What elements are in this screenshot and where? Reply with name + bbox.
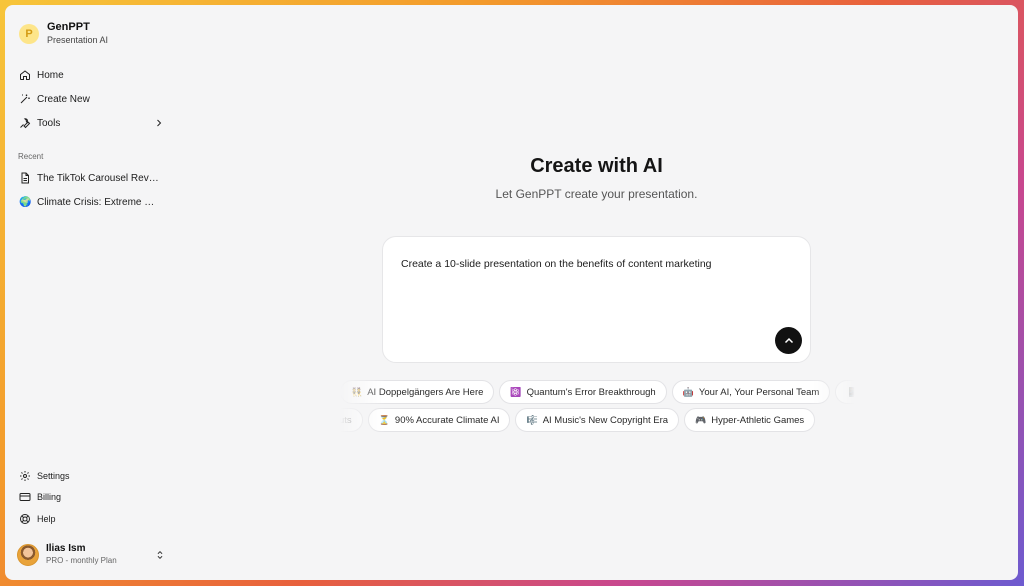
chip-emoji-icon: 👯	[351, 386, 363, 397]
magic-wand-icon	[20, 94, 30, 104]
recent-item-label: Climate Crisis: Extreme We...	[37, 196, 163, 208]
chip-label: 90% Accurate Climate AI	[394, 414, 500, 426]
recent-list: The TikTok Carousel Revolu... 🌍 Climate …	[17, 166, 167, 214]
suggestion-chip[interactable]: ⚛️ Quantum's Error Breakthrough	[499, 380, 667, 404]
recent-heading: Recent	[18, 152, 44, 161]
nav-item-billing[interactable]: Billing	[17, 487, 165, 509]
recent-item[interactable]: The TikTok Carousel Revolu...	[17, 166, 167, 190]
wrench-icon	[20, 118, 31, 129]
brand[interactable]: P GenPPT Presentation AI	[19, 21, 108, 46]
user-name: Ilias Ism	[46, 543, 86, 554]
suggestion-chips: 👯 AI Doppelgängers Are Here ⚛️ Quantum's…	[340, 380, 855, 440]
genppt-logo-icon: P	[19, 23, 39, 44]
nav-item-label: Create New	[37, 93, 90, 105]
chip-label: Hyper-Athletic Games	[711, 414, 805, 426]
suggestion-chip[interactable]: 🤖 Your AI, Your Personal Team	[671, 380, 831, 404]
arrow-up-icon	[784, 337, 793, 343]
nav-item-label: Billing	[37, 492, 62, 503]
chevron-right-icon	[157, 119, 162, 127]
app-window: P GenPPT Presentation AI Home Create New…	[5, 5, 1018, 580]
chip-label: Your AI, Your Personal Team	[698, 386, 820, 398]
nav-item-label: Home	[37, 69, 64, 81]
suggestion-chip[interactable]: 🎼 AI Music's New Copyright Era	[515, 408, 680, 432]
user-plan: PRO - monthly Plan	[46, 556, 117, 565]
suggestion-chip[interactable]: ⏳ 90% Accurate Climate AI	[367, 408, 511, 432]
sidebar: P GenPPT Presentation AI Home Create New…	[5, 5, 175, 580]
nav-item-label: Tools	[37, 117, 61, 129]
main-content: Create with AI Let GenPPT create your pr…	[175, 5, 1018, 580]
credit-card-icon	[19, 493, 31, 502]
chip-emoji-icon: 🤖	[682, 386, 694, 397]
recent-item[interactable]: 🌍 Climate Crisis: Extreme We...	[17, 190, 167, 214]
chip-label: AI Music's New Copyright Era	[542, 414, 669, 426]
chip-label: Quantum's Error Breakthrough	[526, 386, 656, 398]
bottom-nav: Settings Billing Help	[17, 465, 165, 530]
document-icon	[21, 172, 29, 184]
nav-item-settings[interactable]: Settings	[17, 465, 165, 487]
prompt-text[interactable]: Create a 10-slide presentation on the be…	[401, 258, 712, 270]
avatar	[17, 543, 39, 566]
page-title: Create with AI	[530, 155, 663, 177]
chip-row: mes Debuts ⏳ 90% Accurate Climate AI 🎼 A…	[340, 408, 816, 432]
suggestion-chip[interactable]: 👯 AI Doppelgängers Are Here	[340, 380, 495, 404]
suggestion-chip[interactable]: mes Debuts	[340, 408, 363, 432]
nav-item-help[interactable]: Help	[17, 508, 165, 530]
nav-item-tools[interactable]: Tools	[17, 111, 165, 135]
submit-button[interactable]	[775, 327, 802, 354]
chip-label: mes Debuts	[340, 414, 352, 426]
suggestion-chip[interactable]: 🎮 Hyper-Athletic Games	[684, 408, 816, 432]
chip-emoji-icon: 🎼	[526, 414, 538, 425]
lifebuoy-icon	[20, 513, 30, 524]
chip-emoji-icon: 🎮	[695, 414, 707, 425]
prompt-input[interactable]: Create a 10-slide presentation on the be…	[382, 236, 811, 363]
user-menu[interactable]: Ilias Ism PRO - monthly Plan	[17, 543, 165, 566]
home-icon	[20, 70, 30, 80]
nav-item-home[interactable]: Home	[17, 63, 165, 87]
gear-icon	[20, 470, 30, 481]
brand-subtitle: Presentation AI	[47, 35, 109, 45]
chip-row: 👯 AI Doppelgängers Are Here ⚛️ Quantum's…	[340, 380, 855, 404]
chip-label: AI Doppelgängers Are Here	[367, 386, 484, 398]
nav-item-create-new[interactable]: Create New	[17, 87, 165, 111]
recent-item-label: The TikTok Carousel Revolu...	[37, 172, 163, 184]
chip-emoji-icon: ⚛️	[510, 386, 522, 397]
chip-emoji-icon: 📱	[846, 386, 855, 397]
suggestion-chip[interactable]: 📱	[835, 380, 855, 404]
chip-emoji-icon: ⏳	[378, 414, 390, 425]
nav-item-label: Settings	[37, 470, 70, 481]
page-subtitle: Let GenPPT create your presentation.	[495, 187, 698, 201]
main-nav: Home Create New Tools	[17, 63, 165, 135]
nav-item-label: Help	[37, 513, 56, 524]
chevron-up-down-icon	[157, 550, 163, 559]
brand-name: GenPPT	[47, 21, 90, 33]
globe-emoji-icon: 🌍	[19, 196, 32, 208]
